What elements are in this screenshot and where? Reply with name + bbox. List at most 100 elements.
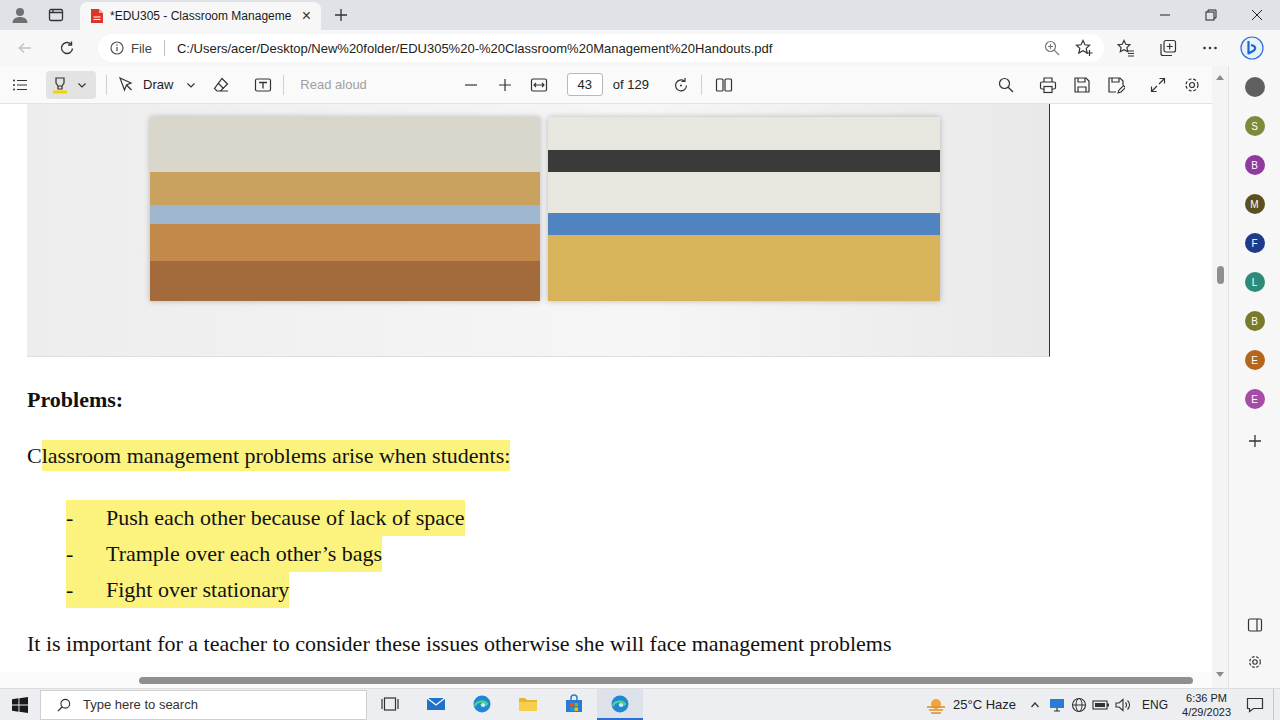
- hide-sidebar-icon[interactable]: [1247, 617, 1263, 633]
- search-icon: [998, 77, 1014, 93]
- favorites-button[interactable]: [1106, 33, 1146, 63]
- weather-text: 25°C Haze: [953, 697, 1016, 712]
- add-favorite-button[interactable]: [1068, 35, 1100, 61]
- edge-icon: [610, 694, 630, 714]
- minimize-button[interactable]: [1142, 0, 1188, 30]
- zoom-button[interactable]: [1036, 35, 1068, 61]
- bullet-list: -Push each other because of lack of spac…: [27, 500, 1212, 608]
- gear-icon[interactable]: [1247, 654, 1263, 670]
- show-hidden-icons[interactable]: [1024, 689, 1046, 720]
- notification-button[interactable]: [1237, 689, 1273, 720]
- highlight-tool[interactable]: [46, 71, 96, 99]
- find-button[interactable]: [992, 71, 1020, 99]
- more-button[interactable]: [1190, 33, 1230, 63]
- browser-tab[interactable]: *EDU305 - Classroom Manageme ×: [80, 2, 321, 30]
- scroll-thumb[interactable]: [139, 677, 1193, 684]
- bing-button[interactable]: [1232, 33, 1272, 63]
- monitor-icon: [1049, 698, 1065, 712]
- input-language[interactable]: ENG: [1134, 698, 1176, 712]
- contents-button[interactable]: [6, 71, 34, 99]
- show-desktop-button[interactable]: [1273, 689, 1280, 720]
- tab-actions-button[interactable]: [38, 0, 74, 30]
- highlight-button[interactable]: [46, 71, 74, 99]
- fullscreen-button[interactable]: [1144, 71, 1172, 99]
- address-field[interactable]: File C:/Users/acer/Desktop/New%20folder/E…: [98, 34, 1104, 62]
- start-button[interactable]: [0, 689, 40, 720]
- text-segment[interactable]: lassroom management problems arise when …: [42, 440, 511, 471]
- highlight-dropdown[interactable]: [74, 71, 90, 99]
- tab-close-button[interactable]: ×: [297, 7, 315, 25]
- read-aloud-button[interactable]: Read aloud: [300, 77, 367, 92]
- erase-button[interactable]: [207, 71, 235, 99]
- collections-button[interactable]: [1148, 33, 1188, 63]
- sidebar-app[interactable]: L: [1245, 272, 1265, 292]
- scheme-label: File: [131, 41, 152, 56]
- page-number-input[interactable]: 43: [567, 73, 603, 96]
- pdf-toolbar: DrawRead aloud43of 129: [0, 66, 1212, 104]
- horizontal-scrollbar[interactable]: [0, 672, 1212, 688]
- scroll-track: [1217, 82, 1224, 670]
- restore-button[interactable]: [1188, 0, 1234, 30]
- fit-page-button[interactable]: [525, 71, 553, 99]
- settings-button[interactable]: [1178, 71, 1206, 99]
- favorites-icon: [1117, 39, 1135, 57]
- pdf-icon: [90, 8, 104, 24]
- weather-widget[interactable]: 25°C Haze: [917, 696, 1024, 714]
- sidebar-app[interactable]: M: [1245, 194, 1265, 214]
- add-sidebar-app[interactable]: [1243, 431, 1267, 451]
- volume-button[interactable]: [1112, 689, 1134, 720]
- save-as-button[interactable]: [1102, 71, 1130, 99]
- rotate-icon: [672, 76, 690, 94]
- sidebar-app[interactable]: S: [1245, 116, 1265, 136]
- sidebar-app[interactable]: B: [1245, 311, 1265, 331]
- printer-icon: [1039, 76, 1057, 94]
- taskbar-app[interactable]: [367, 689, 413, 720]
- back-button[interactable]: [8, 33, 42, 63]
- tab-label: *EDU305 - Classroom Manageme: [110, 9, 291, 23]
- close-button[interactable]: [1234, 0, 1280, 30]
- scroll-down-icon: [1216, 672, 1224, 678]
- clock-date: 4/29/2023: [1182, 705, 1231, 719]
- bullet-text[interactable]: -Fight over stationary: [66, 572, 289, 608]
- bullet-text[interactable]: -Push each other because of lack of spac…: [66, 500, 465, 536]
- sidebar-app[interactable]: F: [1245, 233, 1265, 253]
- taskbar-search[interactable]: Type here to search: [40, 690, 367, 720]
- refresh-button[interactable]: [50, 33, 84, 63]
- clock[interactable]: 6:36 PM4/29/2023: [1176, 691, 1237, 719]
- edge-icon: [472, 694, 492, 714]
- classroom-photo: [150, 117, 540, 301]
- meet-now-button[interactable]: [1046, 689, 1068, 720]
- print-button[interactable]: [1034, 71, 1062, 99]
- sidebar-app[interactable]: [1245, 77, 1265, 97]
- add-text-button[interactable]: [249, 71, 277, 99]
- battery-button[interactable]: [1090, 689, 1112, 720]
- taskbar-app[interactable]: [505, 689, 551, 720]
- separator: [701, 75, 702, 95]
- taskbar-app[interactable]: [551, 689, 597, 720]
- taskbar-app[interactable]: [597, 689, 643, 720]
- bullet-text[interactable]: -Trample over each other’s bags: [66, 536, 382, 572]
- zoom-in-button[interactable]: [491, 71, 519, 99]
- rotate-button[interactable]: [667, 71, 695, 99]
- taskbar-app[interactable]: [459, 689, 505, 720]
- scroll-thumb[interactable]: [1217, 266, 1224, 284]
- zoom-out-button[interactable]: [457, 71, 485, 99]
- url-text[interactable]: C:/Users/acer/Desktop/New%20folder/EDU30…: [177, 41, 1036, 56]
- more-icon: [1202, 40, 1218, 56]
- profile-button[interactable]: [2, 0, 38, 30]
- save-button[interactable]: [1068, 71, 1096, 99]
- draw-button[interactable]: Draw: [117, 71, 173, 99]
- sidebar-app[interactable]: E: [1245, 389, 1265, 409]
- draw-dropdown[interactable]: [183, 71, 199, 99]
- sidebar-app[interactable]: B: [1245, 155, 1265, 175]
- new-tab-button[interactable]: [324, 0, 358, 30]
- sidebar-app[interactable]: E: [1245, 350, 1265, 370]
- haze-sun-icon: [925, 696, 947, 714]
- network-button[interactable]: [1068, 689, 1090, 720]
- taskbar-app[interactable]: [413, 689, 459, 720]
- text-segment[interactable]: C: [27, 443, 42, 468]
- chevron-down-icon: [77, 80, 87, 90]
- page-view-button[interactable]: [710, 71, 738, 99]
- vertical-scrollbar[interactable]: [1212, 66, 1228, 688]
- globe-icon: [1071, 697, 1087, 713]
